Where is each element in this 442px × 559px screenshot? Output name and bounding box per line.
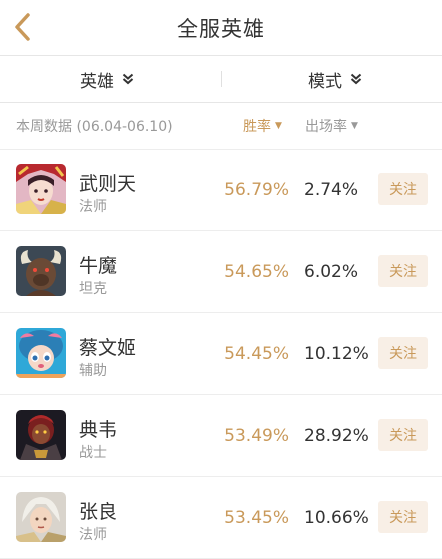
follow-button[interactable]: 关注 xyxy=(378,501,428,533)
hero-avatar xyxy=(16,410,66,460)
hero-pick-rate: 28.92% xyxy=(304,425,369,446)
sort-winrate-button[interactable]: 胜率 ▼ xyxy=(243,103,282,149)
hero-name: 牛魔 xyxy=(79,255,118,277)
hero-row[interactable]: 牛魔 坦克 54.65% 6.02% 关注 xyxy=(0,231,442,313)
top-bar: 全服英雄 xyxy=(0,0,442,56)
hero-avatar xyxy=(16,328,66,378)
hero-win-rate: 54.65% xyxy=(224,261,289,282)
hero-name: 蔡文姬 xyxy=(79,337,137,359)
double-chevron-down-icon xyxy=(122,73,134,85)
hero-row[interactable]: 张良 法师 53.45% 10.66% 关注 xyxy=(0,477,442,559)
hero-pick-rate: 10.12% xyxy=(304,343,369,364)
sort-pickrate-label: 出场率 xyxy=(305,119,347,135)
double-chevron-down-icon xyxy=(350,73,362,85)
mode-filter-dropdown[interactable]: 模式 xyxy=(308,56,362,102)
week-range-label: 本周数据 (06.04-06.10) xyxy=(16,119,173,135)
hero-win-rate: 56.79% xyxy=(224,179,289,200)
hero-name: 张良 xyxy=(79,501,118,523)
caret-down-icon: ▼ xyxy=(275,121,282,131)
hero-list: 武则天 法师 56.79% 2.74% 关注 牛魔 坦克 54.65% 6.02… xyxy=(0,149,442,559)
hero-win-rate: 53.45% xyxy=(224,507,289,528)
hero-avatar xyxy=(16,164,66,214)
mode-filter-label: 模式 xyxy=(308,71,342,92)
hero-role: 战士 xyxy=(79,445,107,461)
hero-name: 典韦 xyxy=(79,419,118,441)
hero-role: 辅助 xyxy=(79,363,107,379)
hero-avatar xyxy=(16,246,66,296)
filter-bar: 英雄 模式 xyxy=(0,56,442,103)
stats-subheader: 本周数据 (06.04-06.10) 胜率 ▼ 出场率 ▼ xyxy=(0,103,442,150)
hero-avatar xyxy=(16,492,66,542)
filter-divider xyxy=(221,71,222,87)
hero-win-rate: 54.45% xyxy=(224,343,289,364)
follow-button[interactable]: 关注 xyxy=(378,173,428,205)
hero-row[interactable]: 典韦 战士 53.49% 28.92% 关注 xyxy=(0,395,442,477)
hero-role: 法师 xyxy=(79,199,107,215)
hero-row[interactable]: 蔡文姬 辅助 54.45% 10.12% 关注 xyxy=(0,313,442,395)
caret-down-icon: ▼ xyxy=(351,121,358,131)
follow-button[interactable]: 关注 xyxy=(378,419,428,451)
hero-pick-rate: 10.66% xyxy=(304,507,369,528)
follow-button[interactable]: 关注 xyxy=(378,255,428,287)
hero-name: 武则天 xyxy=(79,173,137,195)
hero-filter-dropdown[interactable]: 英雄 xyxy=(80,56,134,102)
hero-win-rate: 53.49% xyxy=(224,425,289,446)
hero-pick-rate: 6.02% xyxy=(304,261,359,282)
hero-row[interactable]: 武则天 法师 56.79% 2.74% 关注 xyxy=(0,149,442,231)
sort-winrate-label: 胜率 xyxy=(243,119,271,135)
page-title: 全服英雄 xyxy=(177,16,265,41)
follow-button[interactable]: 关注 xyxy=(378,337,428,369)
hero-role: 坦克 xyxy=(79,281,107,297)
hero-role: 法师 xyxy=(79,527,107,543)
hero-pick-rate: 2.74% xyxy=(304,179,359,200)
hero-filter-label: 英雄 xyxy=(80,71,114,92)
sort-pickrate-button[interactable]: 出场率 ▼ xyxy=(305,103,358,149)
